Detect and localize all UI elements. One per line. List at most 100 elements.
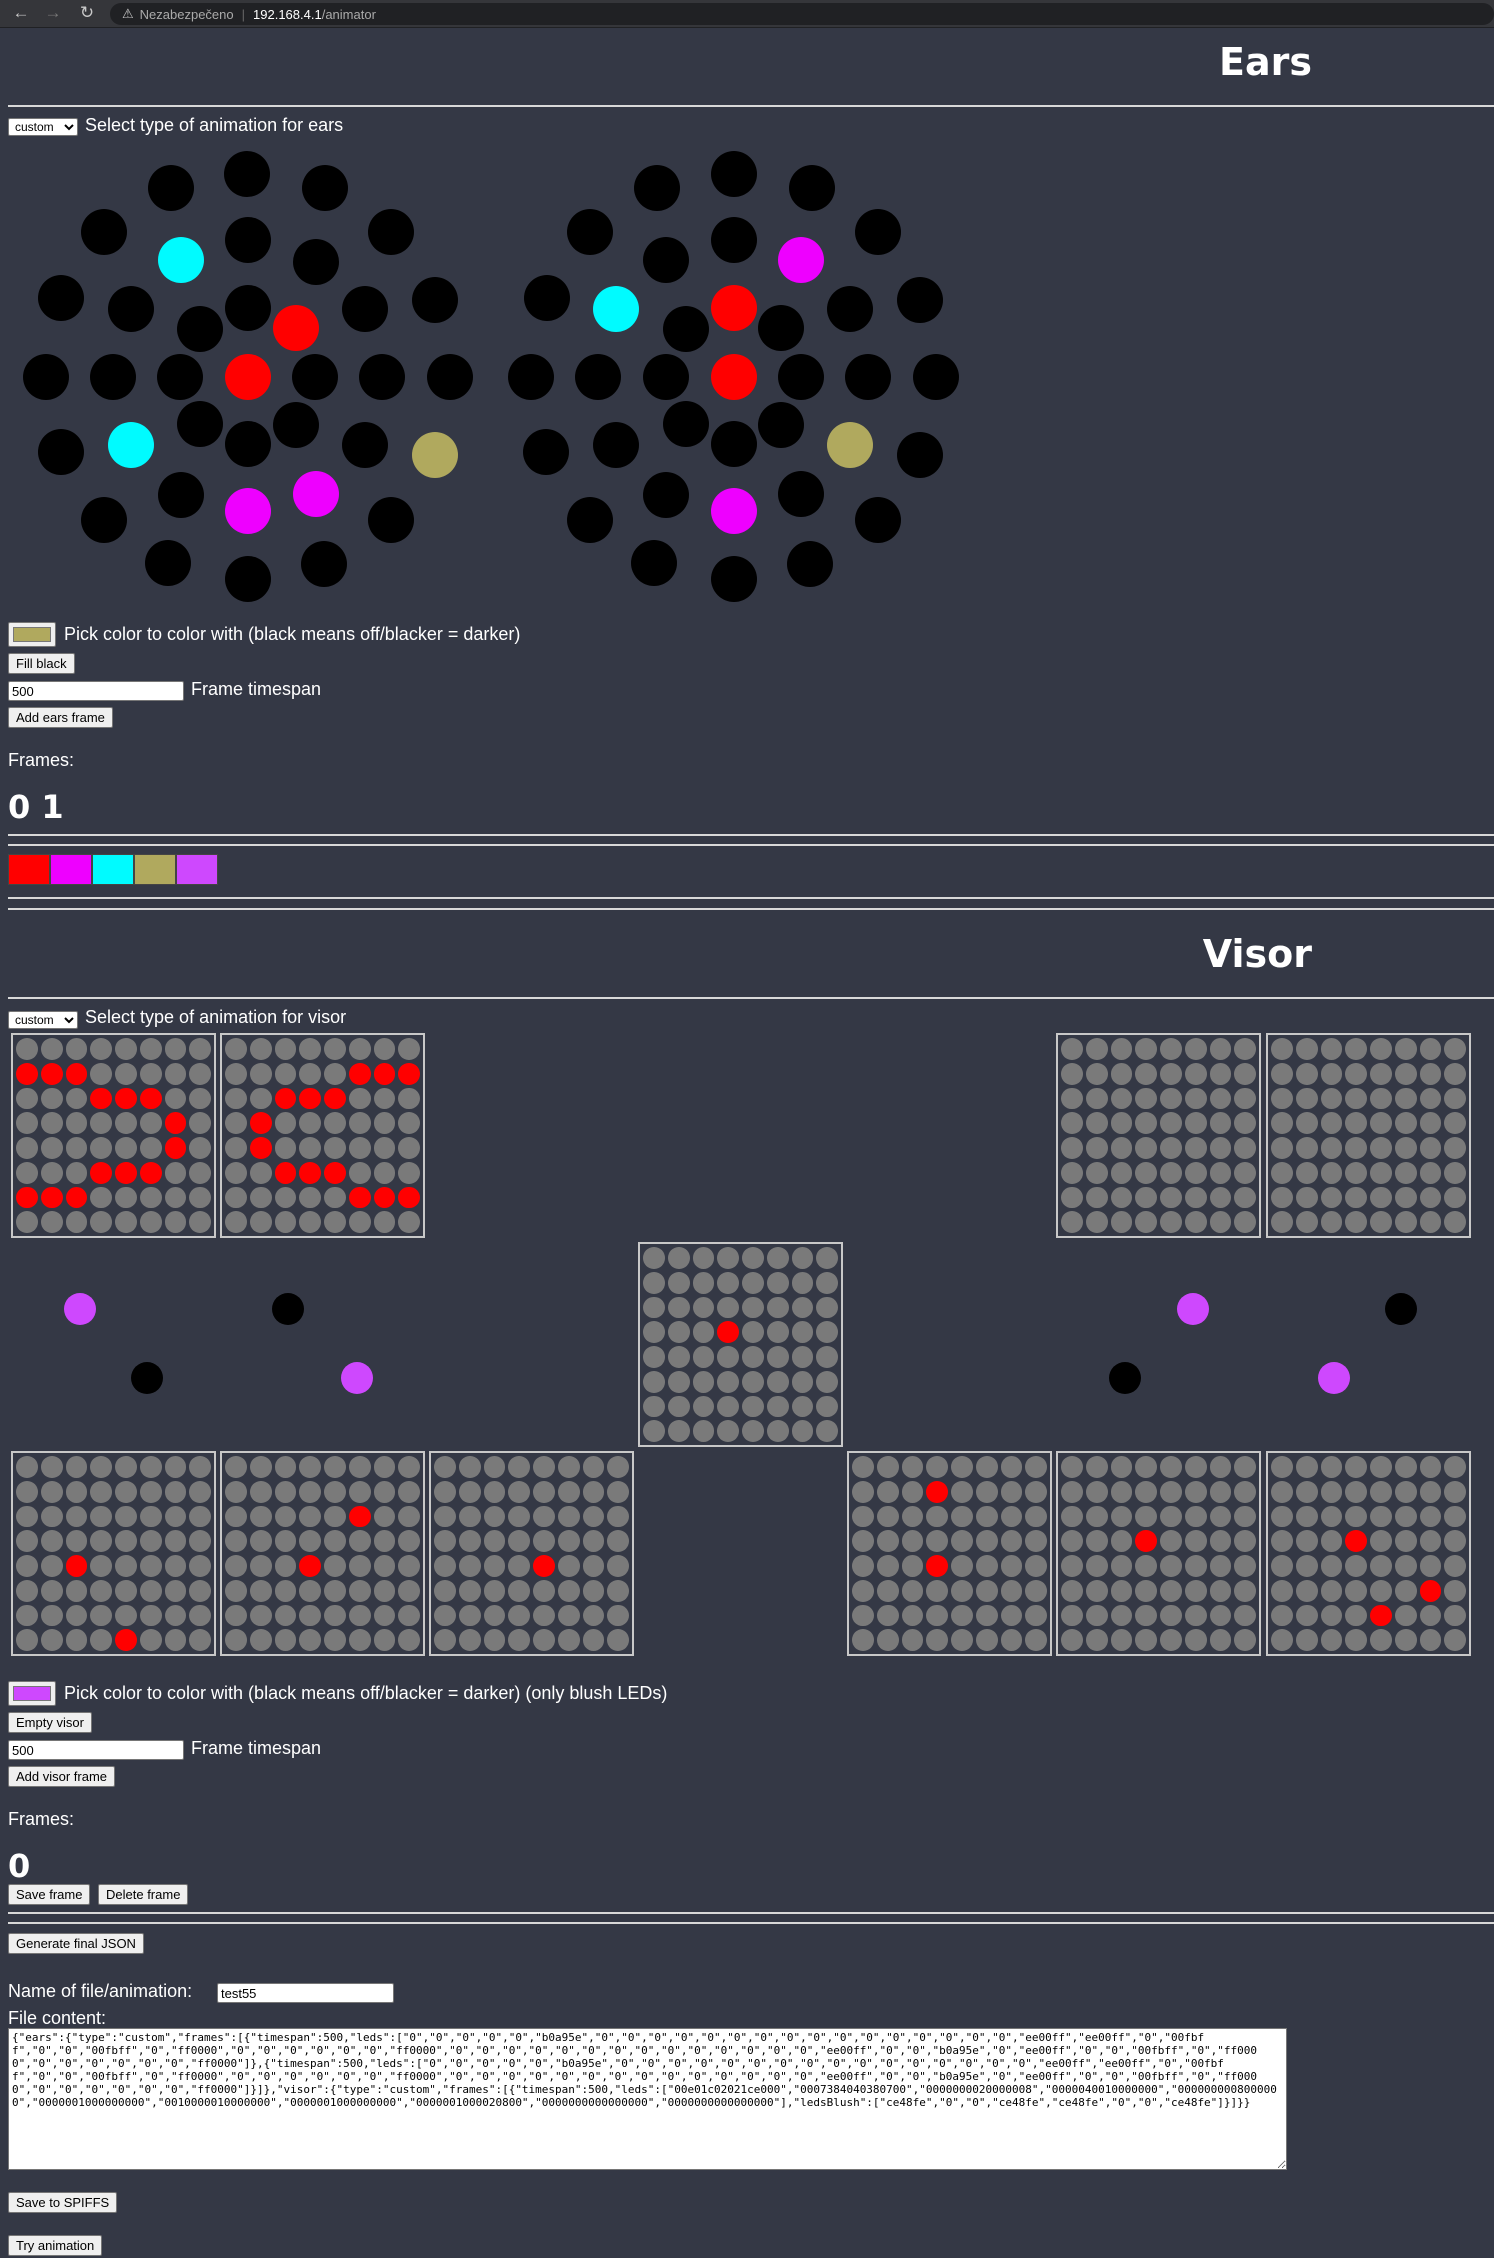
visor-led[interactable] — [164, 1629, 187, 1651]
visor-led[interactable] — [1110, 1161, 1133, 1184]
visor-led[interactable] — [164, 1530, 187, 1552]
right-ear-led[interactable] — [567, 497, 613, 543]
visor-led[interactable] — [607, 1480, 629, 1503]
visor-led[interactable] — [1345, 1530, 1367, 1552]
right-ear-led[interactable] — [567, 209, 613, 255]
visor-led[interactable] — [40, 1604, 63, 1627]
visor-led[interactable] — [324, 1505, 346, 1528]
visor-led[interactable] — [483, 1629, 506, 1651]
visor-led[interactable] — [1085, 1480, 1108, 1503]
right-ear-led[interactable] — [758, 402, 804, 448]
visor-led[interactable] — [1160, 1555, 1182, 1577]
visor-led[interactable] — [557, 1530, 580, 1552]
visor-led[interactable] — [533, 1530, 555, 1552]
visor-led[interactable] — [1160, 1480, 1182, 1503]
visor-led[interactable] — [483, 1604, 506, 1627]
visor-led[interactable] — [274, 1161, 297, 1184]
visor-led[interactable] — [1295, 1629, 1318, 1651]
visor-led[interactable] — [1085, 1505, 1108, 1528]
visor-led[interactable] — [249, 1480, 272, 1503]
visor-led[interactable] — [1160, 1629, 1182, 1651]
visor-led[interactable] — [40, 1062, 63, 1085]
visor-led[interactable] — [225, 1604, 247, 1627]
visor-led[interactable] — [1135, 1579, 1157, 1602]
visor-led[interactable] — [975, 1505, 998, 1528]
visor-led[interactable] — [1061, 1604, 1083, 1627]
visor-led[interactable] — [1209, 1456, 1232, 1478]
visor-led[interactable] — [65, 1062, 88, 1085]
visor-led[interactable] — [1209, 1137, 1232, 1159]
visor-led[interactable] — [1320, 1062, 1343, 1085]
visor-led[interactable] — [975, 1604, 998, 1627]
visor-led[interactable] — [1160, 1505, 1182, 1528]
visor-led[interactable] — [164, 1505, 187, 1528]
blush-led[interactable] — [1385, 1293, 1417, 1325]
visor-led[interactable] — [1135, 1530, 1157, 1552]
visor-led[interactable] — [1160, 1062, 1182, 1085]
visor-led[interactable] — [249, 1555, 272, 1577]
visor-led[interactable] — [791, 1247, 814, 1269]
visor-led[interactable] — [434, 1555, 456, 1577]
visor-led[interactable] — [1234, 1186, 1256, 1209]
visor-color-picker[interactable] — [8, 1681, 56, 1706]
visor-led[interactable] — [1234, 1530, 1256, 1552]
visor-led[interactable] — [1061, 1087, 1083, 1110]
visor-led[interactable] — [16, 1629, 38, 1651]
visor-led[interactable] — [1025, 1530, 1047, 1552]
visor-led[interactable] — [225, 1087, 247, 1110]
visor-led[interactable] — [1419, 1604, 1442, 1627]
visor-led[interactable] — [1085, 1579, 1108, 1602]
right-ear-led[interactable] — [778, 237, 824, 283]
visor-led[interactable] — [398, 1604, 420, 1627]
visor-led[interactable] — [139, 1579, 162, 1602]
visor-led[interactable] — [398, 1062, 420, 1085]
visor-led[interactable] — [139, 1186, 162, 1209]
visor-led[interactable] — [1160, 1604, 1182, 1627]
visor-led[interactable] — [373, 1186, 396, 1209]
visor-led[interactable] — [926, 1555, 948, 1577]
visor-led[interactable] — [951, 1505, 973, 1528]
visor-led[interactable] — [324, 1555, 346, 1577]
visor-led[interactable] — [324, 1062, 346, 1085]
palette-swatch[interactable] — [134, 854, 176, 885]
right-ear-led[interactable] — [508, 354, 554, 400]
visor-led[interactable] — [926, 1530, 948, 1552]
visor-led[interactable] — [189, 1456, 211, 1478]
right-ear-led[interactable] — [827, 286, 873, 332]
visor-led[interactable] — [398, 1161, 420, 1184]
visor-led[interactable] — [1370, 1186, 1392, 1209]
visor-led[interactable] — [1184, 1629, 1207, 1651]
visor-led[interactable] — [90, 1186, 112, 1209]
visor-led[interactable] — [1061, 1555, 1083, 1577]
visor-led[interactable] — [508, 1530, 530, 1552]
visor-led[interactable] — [1209, 1629, 1232, 1651]
visor-led[interactable] — [1271, 1137, 1293, 1159]
visor-led[interactable] — [1295, 1211, 1318, 1233]
left-ear-led[interactable] — [158, 237, 204, 283]
visor-led[interactable] — [398, 1211, 420, 1233]
visor-led[interactable] — [1320, 1112, 1343, 1134]
visor-led[interactable] — [274, 1555, 297, 1577]
visor-led[interactable] — [373, 1087, 396, 1110]
visor-led[interactable] — [16, 1480, 38, 1503]
visor-led[interactable] — [852, 1456, 874, 1478]
visor-led[interactable] — [533, 1604, 555, 1627]
visor-led[interactable] — [1234, 1112, 1256, 1134]
visor-led[interactable] — [249, 1062, 272, 1085]
visor-led[interactable] — [373, 1137, 396, 1159]
visor-led[interactable] — [1394, 1555, 1417, 1577]
visor-led[interactable] — [373, 1112, 396, 1134]
visor-led[interactable] — [458, 1456, 481, 1478]
visor-led[interactable] — [90, 1211, 112, 1233]
right-ear-led[interactable] — [787, 541, 833, 587]
left-ear-led[interactable] — [225, 285, 271, 331]
visor-led[interactable] — [115, 1505, 137, 1528]
visor-led[interactable] — [717, 1271, 739, 1294]
visor-led[interactable] — [1234, 1505, 1256, 1528]
left-ear-led[interactable] — [273, 305, 319, 351]
visor-led[interactable] — [607, 1456, 629, 1478]
visor-led[interactable] — [274, 1604, 297, 1627]
visor-led[interactable] — [1184, 1530, 1207, 1552]
visor-led[interactable] — [65, 1137, 88, 1159]
visor-led[interactable] — [324, 1161, 346, 1184]
